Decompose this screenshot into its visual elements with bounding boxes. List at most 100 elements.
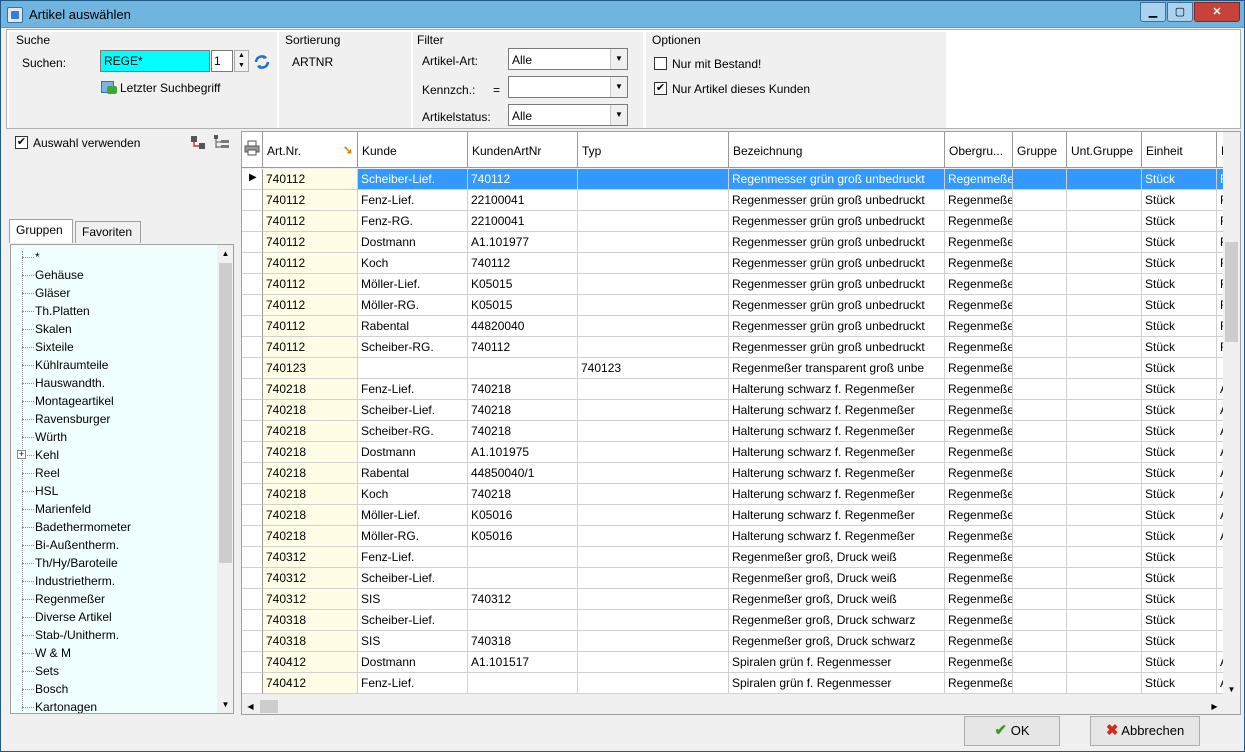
grid-cell[interactable] bbox=[1067, 463, 1142, 484]
grid-cell[interactable] bbox=[1013, 463, 1067, 484]
grid-cell[interactable] bbox=[1013, 211, 1067, 232]
grid-cell[interactable]: Halterung schwarz f. Regenmeßer bbox=[729, 463, 945, 484]
grid-cell[interactable] bbox=[1067, 589, 1142, 610]
grid-cell[interactable]: Scheiber-RG. bbox=[358, 337, 468, 358]
chevron-down-icon[interactable]: ▼ bbox=[610, 49, 627, 69]
grid-cell[interactable]: 740312 bbox=[263, 568, 358, 589]
stock-only-checkbox[interactable] bbox=[654, 57, 667, 70]
grid-cell[interactable]: Regenmeße bbox=[945, 421, 1013, 442]
grid-cell[interactable] bbox=[578, 274, 729, 295]
grid-hscroll-thumb[interactable] bbox=[260, 700, 278, 713]
grid-vscrollbar[interactable]: ▼ bbox=[1223, 132, 1240, 698]
grid-cell[interactable]: Regenmeße bbox=[945, 169, 1013, 190]
grid-cell[interactable] bbox=[1067, 358, 1142, 379]
chevron-down-icon[interactable]: ▼ bbox=[610, 105, 627, 125]
grid-cell[interactable] bbox=[1013, 589, 1067, 610]
count-spinner[interactable]: ▲ ▼ bbox=[234, 50, 249, 72]
customer-only-checkbox[interactable]: ✔ bbox=[654, 82, 667, 95]
row-selector[interactable] bbox=[242, 379, 263, 400]
row-selector[interactable] bbox=[242, 253, 263, 274]
grid-cell[interactable] bbox=[578, 421, 729, 442]
grid-cell[interactable]: Dostmann bbox=[358, 652, 468, 673]
last-search-link[interactable]: Letzter Suchbegriff bbox=[120, 81, 221, 95]
refresh-icon[interactable] bbox=[253, 53, 271, 71]
grid-cell[interactable]: 740218 bbox=[263, 379, 358, 400]
grid-cell[interactable] bbox=[578, 610, 729, 631]
grid-cell[interactable]: Dostmann bbox=[358, 232, 468, 253]
grid-cell[interactable]: Stück bbox=[1142, 484, 1217, 505]
grid-cell[interactable] bbox=[578, 379, 729, 400]
scroll-left-icon[interactable]: ◀ bbox=[242, 698, 259, 714]
grid-cell[interactable]: K05016 bbox=[468, 526, 578, 547]
column-header[interactable]: Bezeichnung bbox=[729, 132, 945, 168]
grid-cell[interactable] bbox=[1067, 274, 1142, 295]
row-selector[interactable] bbox=[242, 547, 263, 568]
grid-cell[interactable]: 740112 bbox=[263, 232, 358, 253]
scroll-up-icon[interactable]: ▲ bbox=[217, 245, 233, 262]
tree-item[interactable]: Würth bbox=[35, 428, 67, 446]
grid-cell[interactable]: Halterung schwarz f. Regenmeßer bbox=[729, 484, 945, 505]
grid-cell[interactable]: Fenz-Lief. bbox=[358, 190, 468, 211]
count-input[interactable]: 1 bbox=[211, 50, 233, 72]
grid-cell[interactable]: Möller-RG. bbox=[358, 526, 468, 547]
grid-cell[interactable] bbox=[1067, 484, 1142, 505]
grid-cell[interactable] bbox=[578, 400, 729, 421]
grid-cell[interactable]: K05015 bbox=[468, 274, 578, 295]
grid-cell[interactable] bbox=[1067, 379, 1142, 400]
grid-cell[interactable]: Regenmeßer groß, Druck schwarz bbox=[729, 631, 945, 652]
grid-cell[interactable] bbox=[1067, 505, 1142, 526]
grid-cell[interactable] bbox=[468, 568, 578, 589]
grid-cell[interactable]: 740218 bbox=[263, 484, 358, 505]
row-selector[interactable] bbox=[242, 295, 263, 316]
tree-view-icon[interactable] bbox=[213, 134, 231, 150]
grid-cell[interactable] bbox=[1013, 232, 1067, 253]
grid-cell[interactable]: Scheiber-Lief. bbox=[358, 568, 468, 589]
grid-cell[interactable]: 740112 bbox=[263, 295, 358, 316]
grid-cell[interactable] bbox=[578, 295, 729, 316]
grid-cell[interactable]: Regenmeße bbox=[945, 316, 1013, 337]
tree-item[interactable]: Bosch bbox=[35, 680, 68, 698]
grid-cell[interactable] bbox=[1013, 526, 1067, 547]
grid-cell[interactable]: Stück bbox=[1142, 631, 1217, 652]
grid-cell[interactable]: Regenmeße bbox=[945, 337, 1013, 358]
row-selector[interactable] bbox=[242, 358, 263, 379]
grid-cell[interactable]: Regenmeße bbox=[945, 400, 1013, 421]
row-selector[interactable] bbox=[242, 463, 263, 484]
grid-cell[interactable]: Regenmesser grün groß unbedruckt bbox=[729, 337, 945, 358]
grid-cell[interactable]: Möller-Lief. bbox=[358, 274, 468, 295]
grid-cell[interactable]: A1.101977 bbox=[468, 232, 578, 253]
tree-item[interactable]: Regenmeßer bbox=[35, 590, 105, 608]
column-header[interactable]: Unt.Gruppe bbox=[1067, 132, 1142, 168]
grid-cell[interactable] bbox=[1013, 190, 1067, 211]
grid-cell[interactable] bbox=[1013, 316, 1067, 337]
grid-cell[interactable]: A1.101975 bbox=[468, 442, 578, 463]
grid-cell[interactable] bbox=[1067, 610, 1142, 631]
row-selector[interactable] bbox=[242, 505, 263, 526]
tree-item[interactable]: Sets bbox=[35, 662, 59, 680]
grid-cell[interactable]: K05016 bbox=[468, 505, 578, 526]
grid-cell[interactable]: 22100041 bbox=[468, 190, 578, 211]
grid-cell[interactable]: Regenmeße bbox=[945, 274, 1013, 295]
grid-cell[interactable]: Regenmeße bbox=[945, 547, 1013, 568]
grid-cell[interactable]: Stück bbox=[1142, 568, 1217, 589]
grid-cell[interactable]: 740218 bbox=[468, 421, 578, 442]
grid-cell[interactable] bbox=[1067, 211, 1142, 232]
grid-cell[interactable]: Stück bbox=[1142, 463, 1217, 484]
grid-cell[interactable] bbox=[1013, 484, 1067, 505]
grid-cell[interactable]: Möller-Lief. bbox=[358, 505, 468, 526]
grid-cell[interactable]: Stück bbox=[1142, 253, 1217, 274]
grid-cell[interactable] bbox=[1067, 631, 1142, 652]
grid-cell[interactable]: Regenmeße bbox=[945, 295, 1013, 316]
grid-cell[interactable] bbox=[1067, 337, 1142, 358]
row-selector[interactable] bbox=[242, 442, 263, 463]
grid-cell[interactable]: Regenmesser grün groß unbedruckt bbox=[729, 316, 945, 337]
grid-cell[interactable] bbox=[578, 652, 729, 673]
tree-item[interactable]: Marienfeld bbox=[35, 500, 91, 518]
grid-cell[interactable]: Regenmesser grün groß unbedruckt bbox=[729, 169, 945, 190]
grid-cell[interactable] bbox=[578, 190, 729, 211]
grid-cell[interactable] bbox=[1013, 253, 1067, 274]
grid-cell[interactable]: 740123 bbox=[263, 358, 358, 379]
tree-item[interactable]: Bi-Außentherm. bbox=[35, 536, 119, 554]
grid-cell[interactable] bbox=[1067, 190, 1142, 211]
column-header[interactable]: Typ bbox=[578, 132, 729, 168]
